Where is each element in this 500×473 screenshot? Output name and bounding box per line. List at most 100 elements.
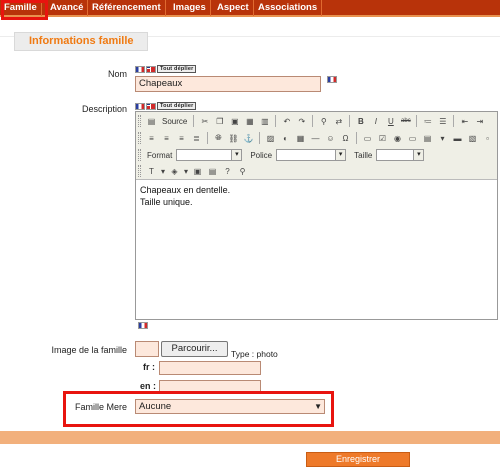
outdent-icon[interactable]: ⇤ <box>458 115 471 128</box>
police-select[interactable] <box>276 149 347 161</box>
police-label: Police <box>250 150 273 160</box>
radio-icon[interactable]: ◉ <box>391 132 404 145</box>
chevron-down-icon: ▼ <box>314 402 322 411</box>
copy-icon[interactable]: ❐ <box>213 115 226 128</box>
english-flag-icon[interactable] <box>146 102 156 110</box>
strike-icon[interactable]: abc <box>399 115 412 128</box>
nom-lang-flags: Tout déplier <box>135 65 197 73</box>
paste-word-icon[interactable]: ▥ <box>258 115 271 128</box>
toolbar-row-4: T ▾ ◈ ▾ ▣ ▤ ? ⚲ <box>138 163 249 179</box>
toolbar-separator <box>312 115 314 127</box>
editor-text-line: Chapeaux en dentelle. <box>140 185 231 195</box>
toolbar-grip <box>138 149 141 161</box>
align-center-icon[interactable]: ≡ <box>160 132 173 145</box>
rich-text-editor: ▤ Source ✂ ❐ ▣ ▦ ▥ ↶ ↷ ⚲ ⇄ B I U abc ≔ ☰… <box>135 111 498 320</box>
preview-icon[interactable]: ⚲ <box>236 165 249 178</box>
toolbar-separator <box>453 115 455 127</box>
tab-avance[interactable]: Avancé <box>46 0 89 16</box>
tab-aspect[interactable]: Aspect <box>213 0 254 16</box>
horizontal-rule-icon[interactable]: — <box>309 132 322 145</box>
tab-referencement[interactable]: Référencement <box>88 0 166 16</box>
toolbar-row-2: ≡ ≡ ≡ ≣ 🌐︎ ⛓ ⚓ ▨ ◐ ▦ — ☺ Ω ▭ ☑ ◉ ▭ ▤ ▾ ▬… <box>138 130 494 146</box>
chevron-down-icon[interactable]: ▾ <box>183 165 189 178</box>
chevron-down-icon[interactable]: ▾ <box>160 165 166 178</box>
undo-icon[interactable]: ↶ <box>280 115 293 128</box>
find-icon[interactable]: ⚲ <box>317 115 330 128</box>
paste-text-icon[interactable]: ▦ <box>243 115 256 128</box>
about-icon[interactable]: ? <box>221 165 234 178</box>
source-button[interactable]: Source <box>160 117 189 126</box>
maximize-icon[interactable]: ▣ <box>191 165 204 178</box>
nom-expand-select[interactable]: Tout déplier <box>157 65 197 73</box>
checkbox-icon[interactable]: ☑ <box>376 132 389 145</box>
numbered-list-icon[interactable]: ≔ <box>421 115 434 128</box>
browse-button[interactable]: Parcourir... <box>161 341 228 357</box>
replace-icon[interactable]: ⇄ <box>332 115 345 128</box>
redo-icon[interactable]: ↷ <box>295 115 308 128</box>
paste-icon[interactable]: ▣ <box>228 115 241 128</box>
description-lang-flags: Tout déplier <box>135 102 197 110</box>
align-right-icon[interactable]: ≡ <box>175 132 188 145</box>
toolbar-grip <box>138 115 141 127</box>
file-path-box[interactable] <box>135 341 159 357</box>
tab-famille[interactable]: Famille <box>0 0 42 16</box>
toolbar-separator <box>349 115 351 127</box>
indent-icon[interactable]: ⇥ <box>473 115 486 128</box>
toolbar-separator <box>259 132 260 144</box>
justify-icon[interactable]: ≣ <box>190 132 203 145</box>
image-alt-fr-input[interactable] <box>159 361 261 375</box>
flash-icon[interactable]: ◐ <box>279 132 292 145</box>
image-label: Image de la famille <box>51 345 127 355</box>
famille-mere-select[interactable]: Aucune ▼ <box>135 399 325 414</box>
toolbar-separator <box>193 115 195 127</box>
link-icon[interactable]: 🌐︎ <box>212 132 225 145</box>
form-icon[interactable]: ▭ <box>361 132 374 145</box>
show-blocks-icon[interactable]: ▤ <box>206 165 219 178</box>
en-label: en : <box>140 381 157 391</box>
italic-icon[interactable]: I <box>369 115 382 128</box>
text-color-icon[interactable]: T <box>145 165 158 178</box>
format-select[interactable] <box>176 149 243 161</box>
nom-fr-flag-icon <box>327 76 337 83</box>
select-field-icon[interactable]: ▾ <box>436 132 449 145</box>
french-flag-icon[interactable] <box>135 102 145 110</box>
toolbar-row-1: ▤ Source ✂ ❐ ▣ ▦ ▥ ↶ ↷ ⚲ ⇄ B I U abc ≔ ☰… <box>138 113 486 129</box>
source-icon[interactable]: ▤ <box>145 115 158 128</box>
toolbar-grip <box>138 165 141 177</box>
taille-select[interactable] <box>376 149 425 161</box>
cut-icon[interactable]: ✂ <box>198 115 211 128</box>
bg-color-icon[interactable]: ◈ <box>168 165 181 178</box>
anchor-icon[interactable]: ⚓ <box>242 132 255 145</box>
nom-input[interactable]: Chapeaux <box>135 76 321 92</box>
editor-content[interactable]: Chapeaux en dentelle. Taille unique. <box>140 184 230 208</box>
famille-mere-value: Aucune <box>139 401 172 412</box>
format-label: Format <box>147 150 173 160</box>
bold-icon[interactable]: B <box>354 115 367 128</box>
footer-bar <box>0 431 500 444</box>
table-icon[interactable]: ▦ <box>294 132 307 145</box>
nom-label: Nom <box>107 69 127 79</box>
smiley-icon[interactable]: ☺ <box>324 132 337 145</box>
button-field-icon[interactable]: ▬ <box>451 132 464 145</box>
underline-icon[interactable]: U <box>384 115 397 128</box>
tab-images[interactable]: Images <box>169 0 211 16</box>
french-flag-icon[interactable] <box>135 65 145 73</box>
image-icon[interactable]: ▨ <box>264 132 277 145</box>
toolbar-separator <box>356 132 357 144</box>
editor-toolbar: ▤ Source ✂ ❐ ▣ ▦ ▥ ↶ ↷ ⚲ ⇄ B I U abc ≔ ☰… <box>136 112 497 180</box>
align-left-icon[interactable]: ≡ <box>145 132 158 145</box>
description-expand-select[interactable]: Tout déplier <box>157 102 197 110</box>
tab-associations[interactable]: Associations <box>254 0 323 16</box>
hidden-field-icon[interactable]: ▫ <box>481 132 494 145</box>
special-char-icon[interactable]: Ω <box>339 132 352 145</box>
bulleted-list-icon[interactable]: ☰ <box>436 115 449 128</box>
image-button-icon[interactable]: ▧ <box>466 132 479 145</box>
unlink-icon[interactable]: ⛓ <box>227 132 240 145</box>
image-alt-en-input[interactable] <box>159 380 261 394</box>
save-button[interactable]: Enregistrer <box>306 452 410 467</box>
textfield-icon[interactable]: ▭ <box>406 132 419 145</box>
textarea-icon[interactable]: ▤ <box>421 132 434 145</box>
toolbar-separator <box>207 132 208 144</box>
english-flag-icon[interactable] <box>146 65 156 73</box>
toolbar-grip <box>138 132 141 144</box>
